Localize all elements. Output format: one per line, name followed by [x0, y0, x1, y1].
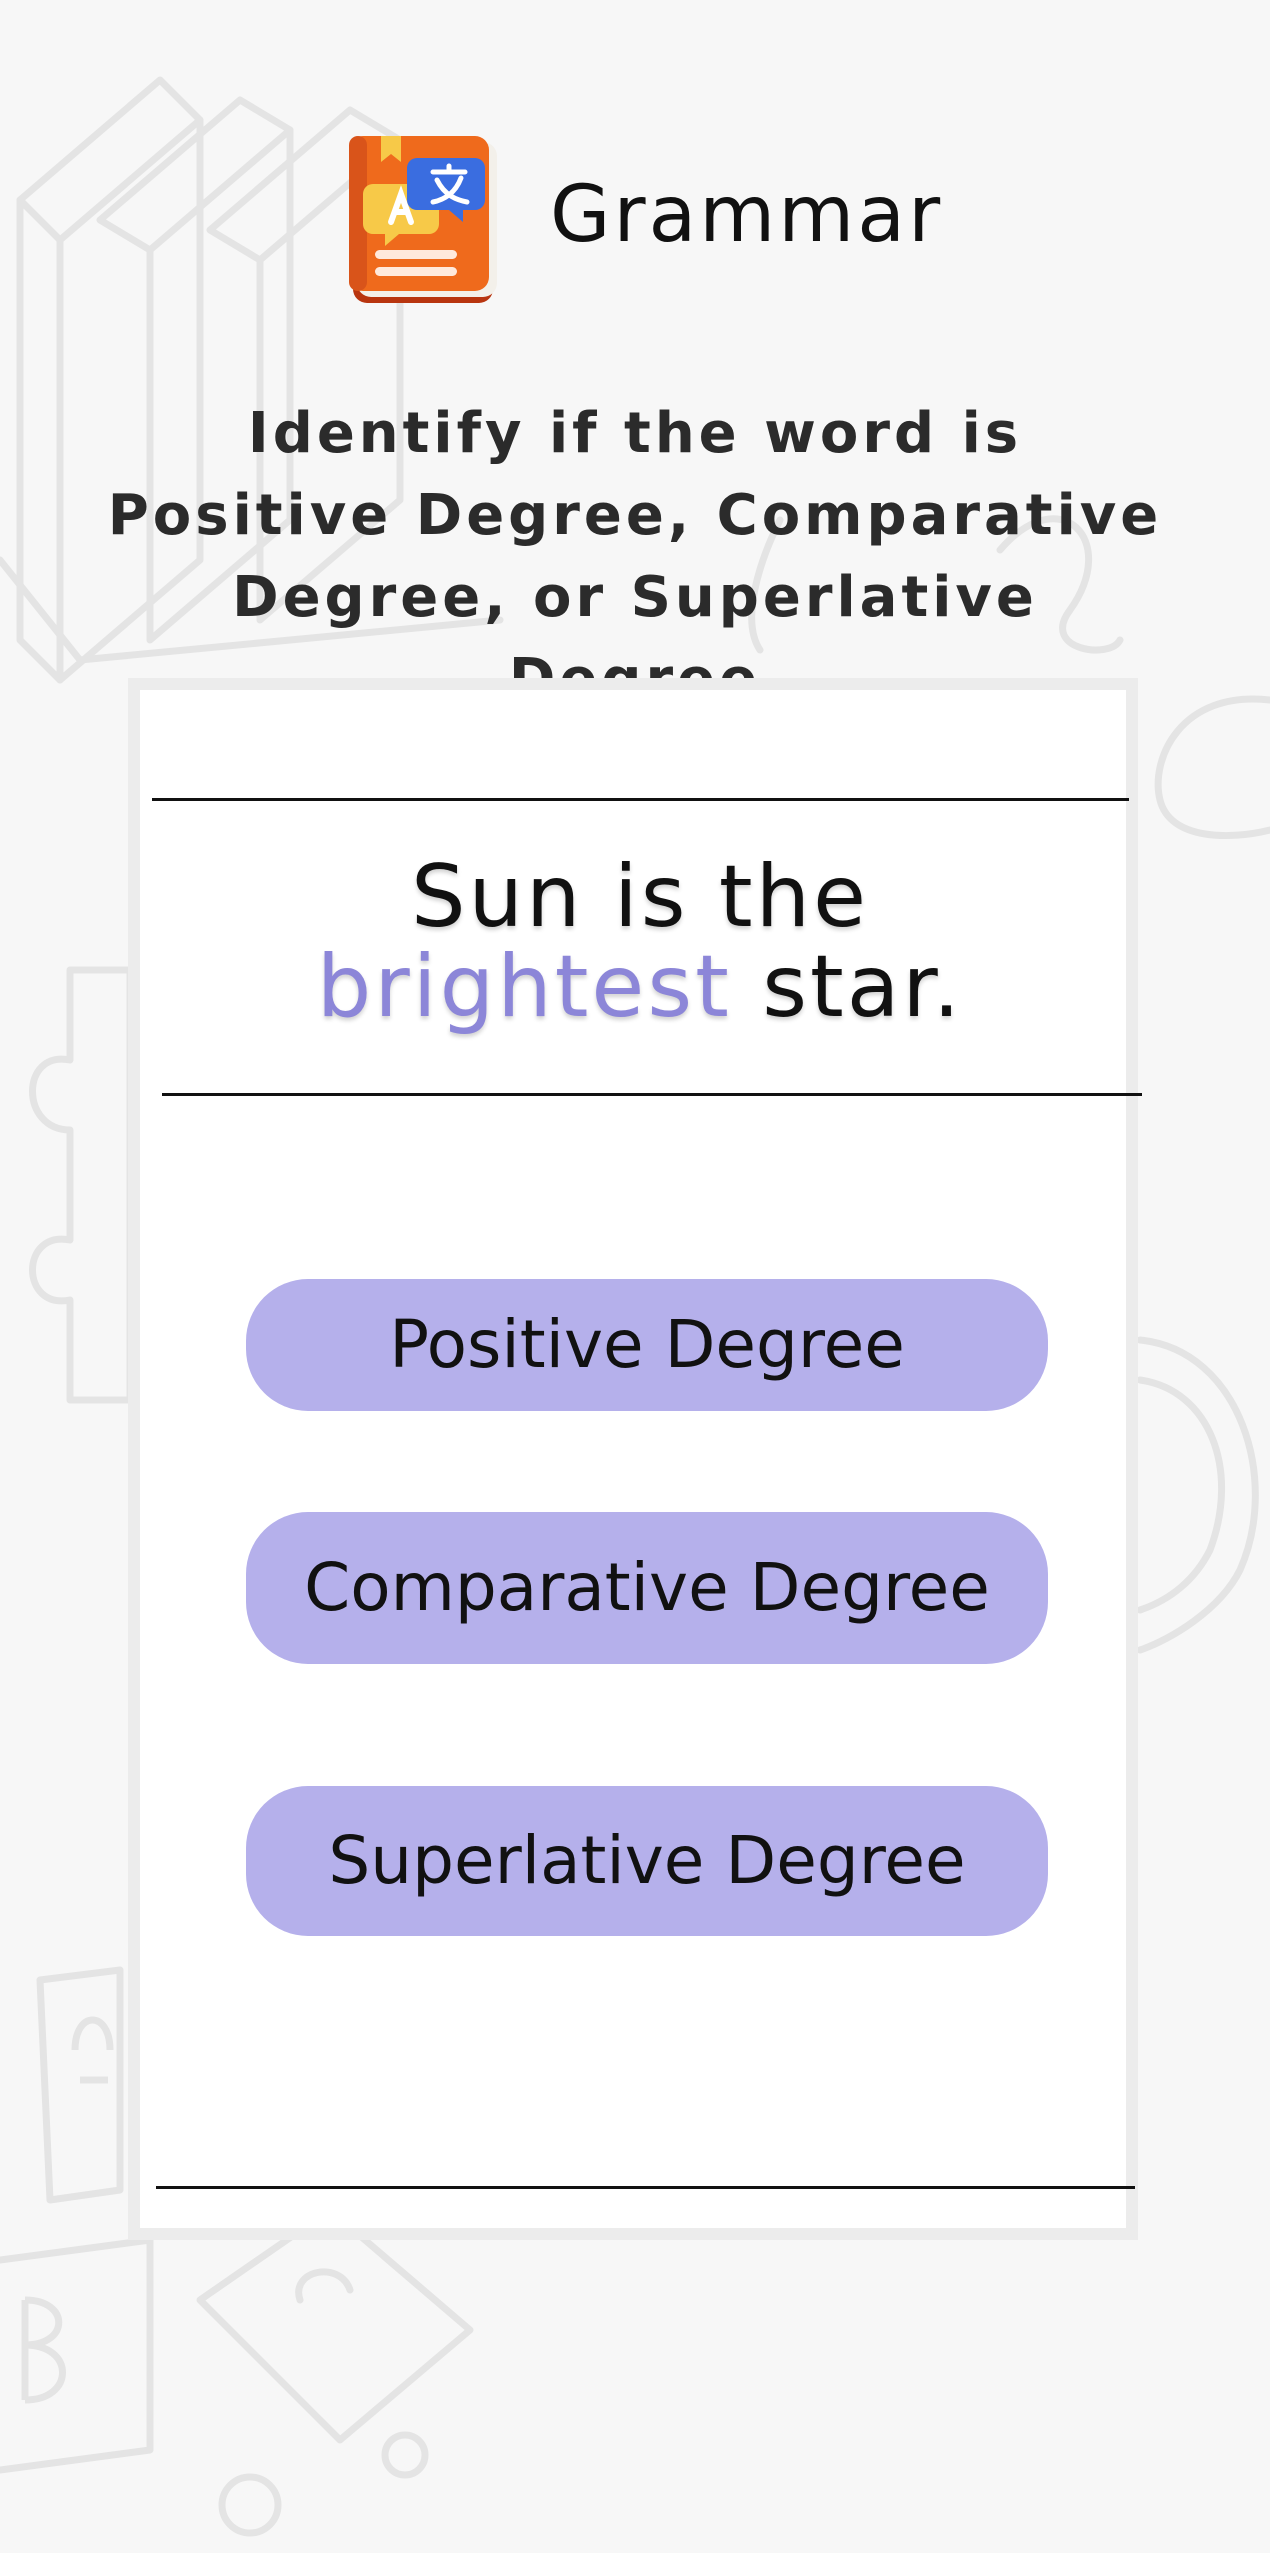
option-comparative-degree-button[interactable]: Comparative Degree: [246, 1512, 1048, 1664]
option-positive-degree-button[interactable]: Positive Degree: [246, 1279, 1048, 1411]
app-title: Grammar: [550, 170, 944, 260]
question-sentence: Sun is the brightest star.: [200, 852, 1080, 1032]
divider-top: [152, 798, 1129, 801]
question-keyword: brightest: [316, 937, 732, 1037]
option-superlative-degree-button[interactable]: Superlative Degree: [246, 1786, 1048, 1936]
app-header: Grammar: [0, 130, 1270, 320]
question-card: Sun is the brightest star. Positive Degr…: [128, 678, 1142, 2240]
divider-bottom: [156, 2186, 1135, 2189]
divider-middle: [162, 1093, 1142, 1096]
question-text-before: Sun is the: [410, 847, 870, 947]
grammar-book-icon: [349, 136, 497, 303]
question-text-after: star.: [731, 937, 964, 1037]
instruction-text: Identify if the word is Positive Degree,…: [107, 401, 1163, 712]
